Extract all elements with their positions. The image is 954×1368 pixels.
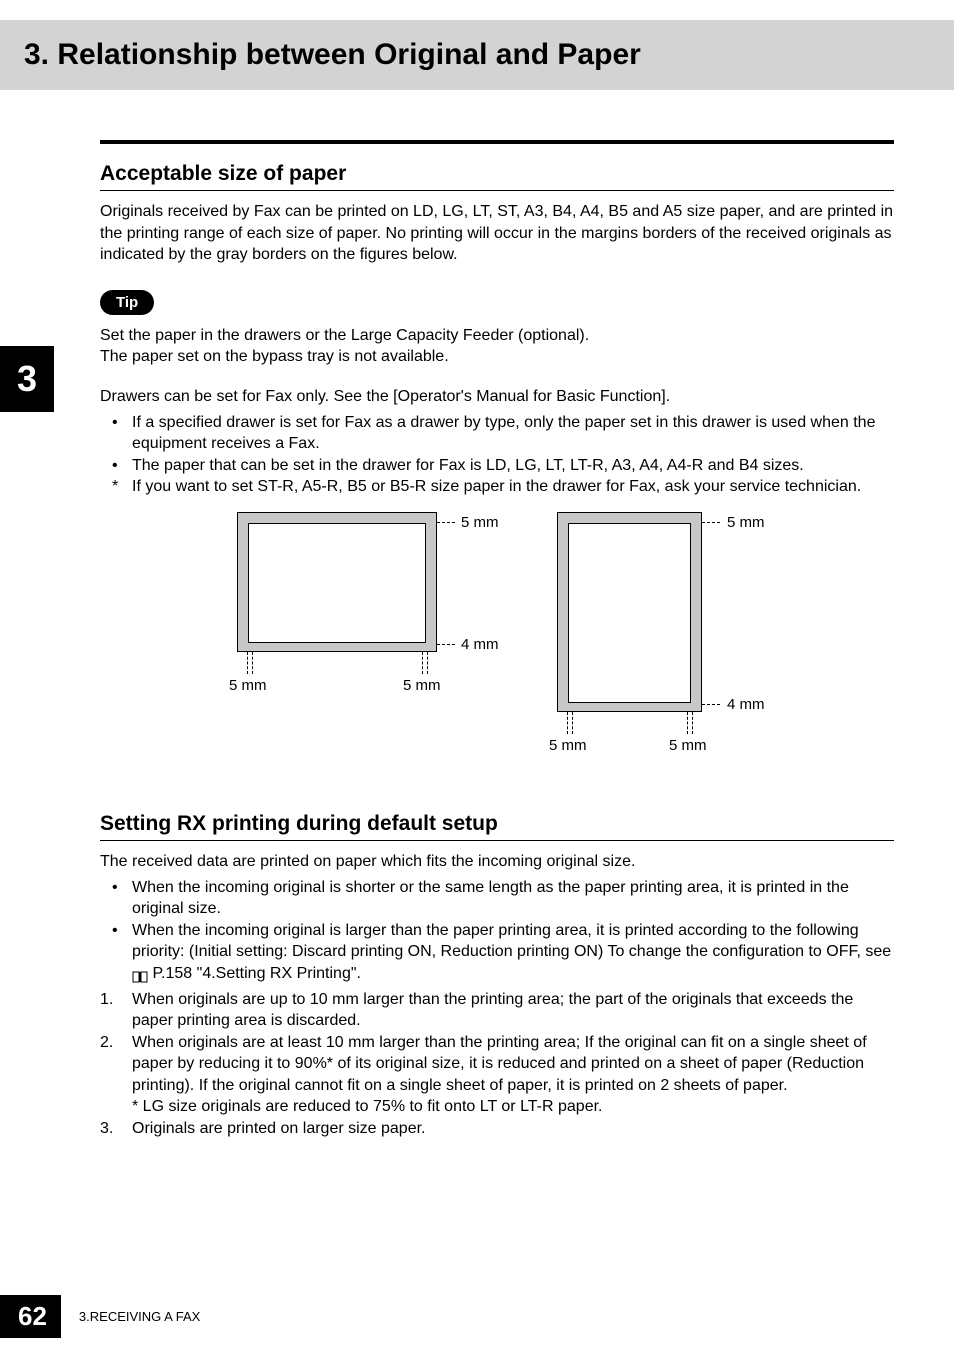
book-icon: [132, 968, 148, 980]
section2-numbered: 1.When originals are up to 10 mm larger …: [100, 989, 894, 1140]
tip-line1: Set the paper in the drawers or the Larg…: [100, 325, 894, 347]
list-item: •When the incoming original is larger th…: [100, 920, 894, 985]
section1-heading: Acceptable size of paper: [100, 162, 894, 191]
note-intro: Drawers can be set for Fax only. See the…: [100, 386, 894, 408]
divider: [100, 140, 894, 144]
section2-heading: Setting RX printing during default setup: [100, 812, 894, 841]
page-title: 3. Relationship between Original and Pap…: [24, 38, 954, 72]
list-item: •If a specified drawer is set for Fax as…: [100, 412, 894, 455]
footer-text: 3.RECEIVING A FAX: [79, 1309, 200, 1324]
list-item: •The paper that can be set in the drawer…: [100, 455, 894, 477]
content-area: Acceptable size of paper Originals recei…: [0, 140, 954, 1140]
list-item: 2.When originals are at least 10 mm larg…: [100, 1032, 894, 1118]
list-item: 3.Originals are printed on larger size p…: [100, 1118, 894, 1140]
list-item: *If you want to set ST-R, A5-R, B5 or B5…: [100, 476, 894, 498]
list-item: •When the incoming original is shorter o…: [100, 877, 894, 920]
diagram-landscape: 5 mm 4 mm 5 mm 5 mm: [237, 512, 457, 702]
page-number: 62: [0, 1295, 61, 1338]
chapter-tab: 3: [0, 346, 54, 412]
diagram-container: 5 mm 4 mm 5 mm 5 mm 5 mm 4 mm 5 mm 5 mm: [100, 512, 894, 772]
tip-badge: Tip: [100, 290, 154, 315]
section1-bullets: •If a specified drawer is set for Fax as…: [100, 412, 894, 498]
diagram-portrait: 5 mm 4 mm 5 mm 5 mm: [557, 512, 757, 772]
list-item: 1.When originals are up to 10 mm larger …: [100, 989, 894, 1032]
section1-intro: Originals received by Fax can be printed…: [100, 201, 894, 266]
section2-bullets: •When the incoming original is shorter o…: [100, 877, 894, 985]
title-bar: 3. Relationship between Original and Pap…: [0, 20, 954, 90]
tip-line2: The paper set on the bypass tray is not …: [100, 346, 894, 368]
section2-intro: The received data are printed on paper w…: [100, 851, 894, 873]
footer: 62 3.RECEIVING A FAX: [0, 1295, 200, 1338]
